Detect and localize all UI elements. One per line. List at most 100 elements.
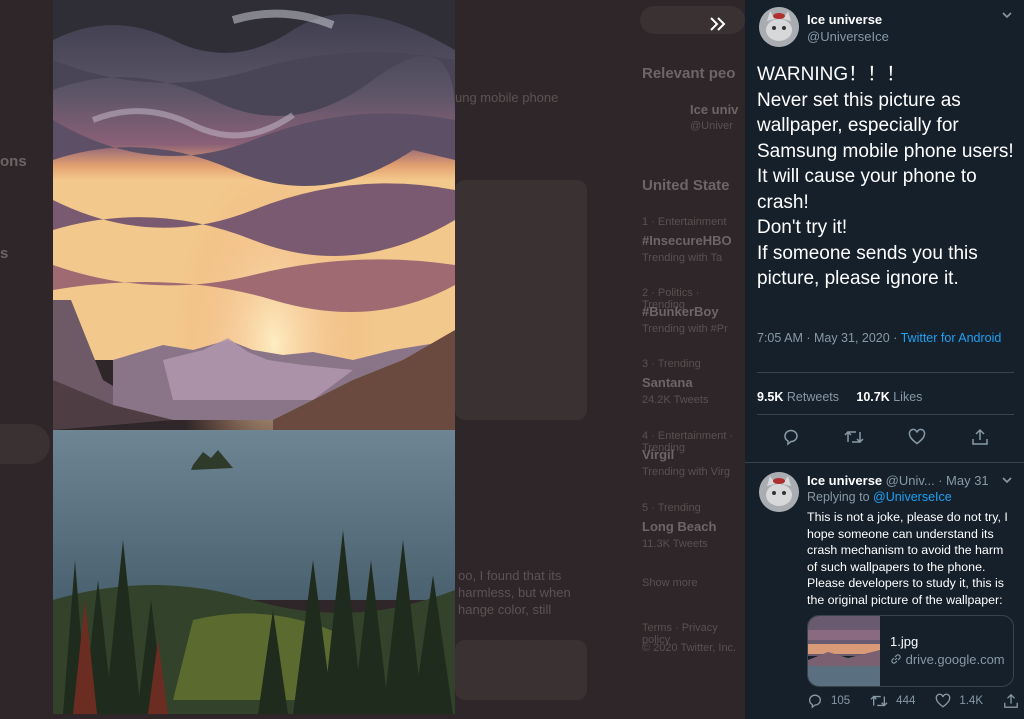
reply-tweet[interactable]: Ice universe @Univ... · May 31 Replying … <box>745 462 1024 719</box>
divider <box>757 372 1014 373</box>
heart-icon <box>936 693 951 708</box>
share-icon <box>972 428 988 445</box>
trend-sub: 24.2K Tweets <box>642 394 709 406</box>
trend-tag: Virgil <box>642 447 675 462</box>
author-avatar[interactable] <box>759 7 799 47</box>
chevron-down-icon <box>1002 477 1012 484</box>
expand-panel-button[interactable] <box>704 10 732 38</box>
reply-like-button[interactable]: 1.4K <box>935 693 983 709</box>
tweet-source-link[interactable]: Twitter for Android <box>901 331 1002 345</box>
likes-count: 10.7K <box>856 390 890 404</box>
trend-context: 5 · Trending <box>642 502 701 514</box>
tweet-line: Never set this picture as wallpaper, esp… <box>757 89 1014 162</box>
retweet-icon <box>870 695 888 707</box>
expand-icon <box>710 17 726 31</box>
card-info: 1.jpg drive.google.com <box>880 616 1005 686</box>
trend-sub: Trending with Virg <box>642 466 731 478</box>
trends-title: United State <box>642 177 730 194</box>
trend-context: 3 · Trending <box>642 358 701 370</box>
nav-fragment: ons <box>0 153 27 170</box>
tweet-actions <box>757 425 1014 449</box>
retweets-label: Retweets <box>786 390 839 404</box>
cat-avatar-icon <box>759 7 799 47</box>
chevron-down-icon <box>1002 12 1012 19</box>
share-button[interactable] <box>968 425 992 449</box>
divider <box>757 414 1014 415</box>
likes-label: Likes <box>893 390 923 404</box>
author-handle[interactable]: @UniverseIce <box>807 29 889 44</box>
background-text: hange color, still <box>458 602 552 617</box>
background-toolbar <box>455 640 587 700</box>
background-text: ung mobile phone <box>455 90 559 105</box>
relevant-name: Ice univ <box>690 102 739 117</box>
reply-date[interactable]: May 31 <box>946 473 989 488</box>
replying-to: Replying to @UniverseIce <box>807 490 952 504</box>
tweet-timestamp[interactable]: 7:05 AM · May 31, 2020 · <box>757 331 901 345</box>
replying-handle-link[interactable]: @UniverseIce <box>873 490 952 504</box>
tweet-text: WARNING！！！ Never set this picture as wal… <box>757 62 1015 292</box>
tweet-stats: 9.5K Retweets 10.7K Likes <box>757 390 922 404</box>
reply-count: 105 <box>831 695 851 707</box>
tweet-meta: 7:05 AM · May 31, 2020 · Twitter for And… <box>757 330 1007 347</box>
link-icon <box>891 654 901 664</box>
share-icon <box>1004 693 1018 708</box>
heart-icon <box>908 428 926 445</box>
relevant-title: Relevant peo <box>642 65 736 82</box>
retweet-count: 444 <box>896 695 916 707</box>
retweets-stat[interactable]: 9.5K Retweets <box>757 390 839 404</box>
reply-author-handle[interactable]: @Univ... <box>886 473 935 488</box>
reply-icon <box>784 429 798 446</box>
background-sidebar: Relevant peo Ice univ @Univer United Sta… <box>630 0 745 719</box>
trend-tag: Long Beach <box>642 519 717 534</box>
trend-sub: Trending with Ta <box>642 252 723 264</box>
cat-avatar-icon <box>759 472 799 512</box>
link-card[interactable]: 1.jpg drive.google.com <box>807 615 1014 687</box>
background-nav: ons s <box>0 0 52 719</box>
reply-reply-button[interactable]: 105 <box>807 693 850 709</box>
like-button[interactable] <box>905 425 929 449</box>
card-title: 1.jpg <box>890 634 919 649</box>
thumbnail-image <box>808 616 880 686</box>
trend-context: 1 · Entertainment <box>642 216 727 228</box>
trend-tag: #BunkerBoy <box>642 304 719 319</box>
reply-author-name[interactable]: Ice universe <box>807 473 882 488</box>
reply-menu-button[interactable] <box>1000 473 1014 492</box>
relevant-handle: @Univer <box>690 120 733 132</box>
trend-tag: #InsecureHBO <box>642 233 732 248</box>
reply-button[interactable] <box>779 425 803 449</box>
reply-avatar[interactable] <box>759 472 799 512</box>
reply-icon <box>809 694 821 709</box>
reply-retweet-button[interactable]: 444 <box>870 693 915 709</box>
retweets-count: 9.5K <box>757 390 784 404</box>
author-name[interactable]: Ice universe <box>807 12 882 27</box>
footer-copyright: © 2020 Twitter, Inc. <box>642 642 737 654</box>
reply-header: Ice universe @Univ... · May 31 <box>807 473 989 488</box>
card-domain: drive.google.com <box>890 652 1005 667</box>
tweet-line: If someone sends you this picture, pleas… <box>757 242 984 290</box>
tweet-line: Don't try it! <box>757 217 848 238</box>
trend-sub: 11.3K Tweets <box>642 538 708 550</box>
tweet-photo[interactable] <box>53 0 455 714</box>
tweet-line: WARNING！！！ <box>757 64 906 85</box>
reply-separator: · <box>938 473 943 488</box>
trend-sub: Trending with #Pr <box>642 323 728 335</box>
card-thumbnail <box>808 616 880 686</box>
background-text: oo, I found that its <box>458 568 562 583</box>
like-count: 1.4K <box>959 695 984 707</box>
tweet-detail-panel: Ice universe @UniverseIce WARNING！！！ Nev… <box>745 0 1024 719</box>
background-media-card <box>455 180 587 420</box>
tweet-menu-button[interactable] <box>1000 8 1014 27</box>
reply-share-button[interactable] <box>1003 693 1019 709</box>
reply-text: This is not a joke, please do not try, I… <box>807 510 1008 607</box>
card-domain-text: drive.google.com <box>905 652 1005 667</box>
show-more: Show more <box>642 577 698 589</box>
likes-stat[interactable]: 10.7K Likes <box>856 390 922 404</box>
reply-actions: 105 444 1.4K <box>807 693 1019 709</box>
retweet-icon <box>844 430 864 444</box>
nav-fragment: s <box>0 245 9 262</box>
trend-tag: Santana <box>642 375 693 390</box>
replying-label: Replying to <box>807 490 874 504</box>
nav-tweet-button <box>0 424 50 464</box>
landscape-image <box>53 0 455 714</box>
retweet-button[interactable] <box>842 425 866 449</box>
